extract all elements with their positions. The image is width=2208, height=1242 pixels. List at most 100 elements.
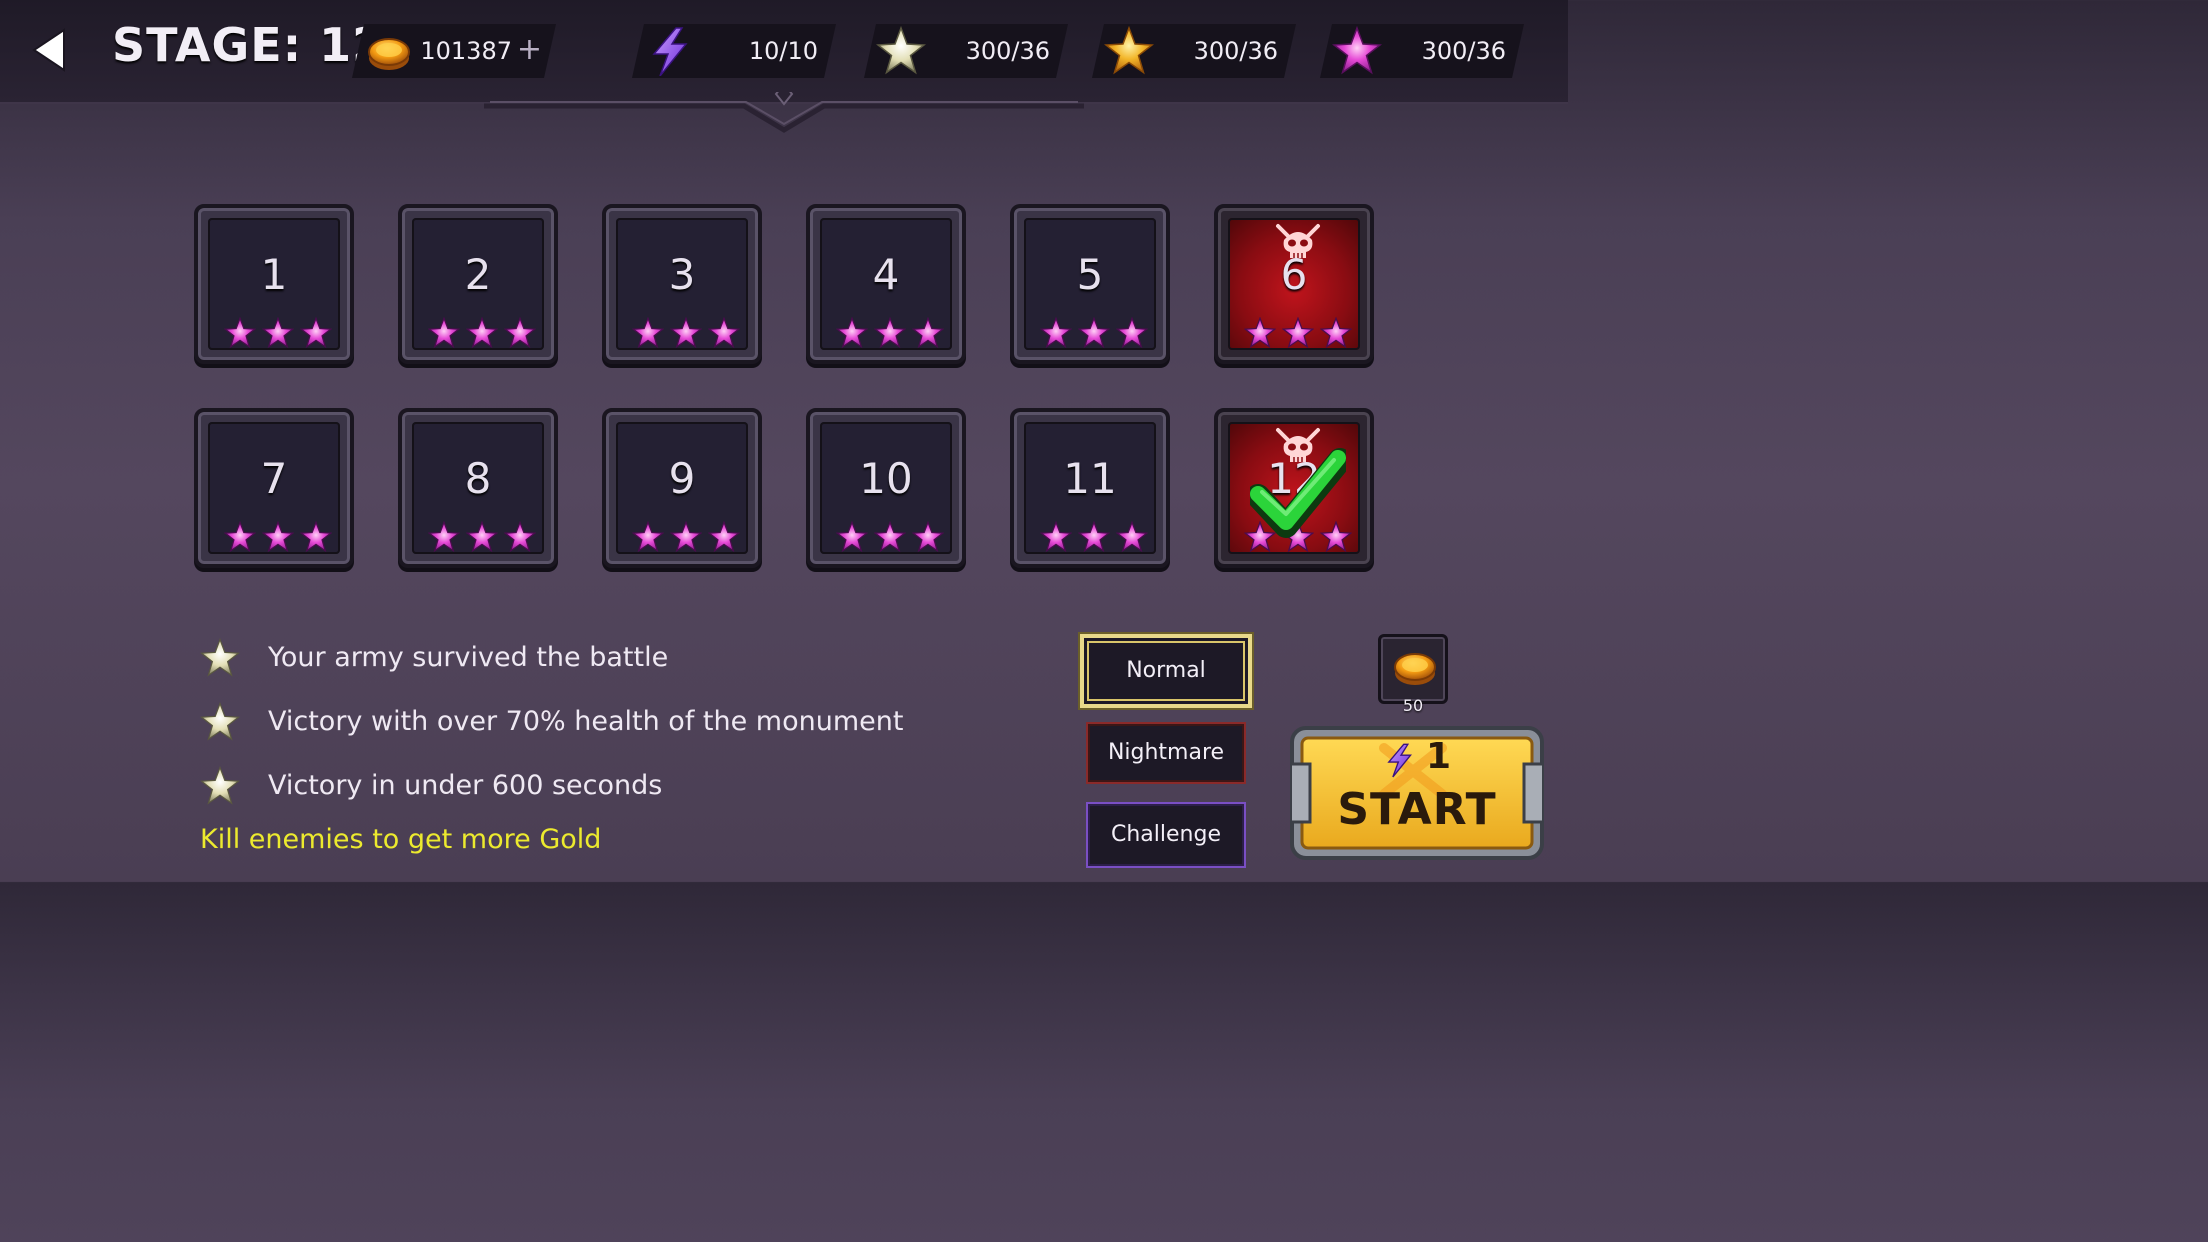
pink-star-icon	[224, 521, 256, 552]
level-tile-7[interactable]: 7	[194, 408, 354, 568]
pink-star-icon	[466, 521, 498, 552]
pink-star-icon	[632, 521, 664, 552]
pink-star-icon	[1040, 521, 1072, 552]
pink-star-icon	[670, 521, 702, 552]
level-stars	[632, 521, 740, 552]
pink-star-icon	[836, 521, 868, 552]
level-tile-5[interactable]: 5	[1010, 204, 1170, 364]
pink-star-icon	[1040, 317, 1072, 348]
gold-reward: 50	[1378, 634, 1448, 715]
gold-star-counter: 300/36	[1092, 24, 1296, 78]
pink-star-icon	[300, 317, 332, 348]
pink-star-icon	[1078, 317, 1110, 348]
header-ornament	[484, 92, 1084, 133]
pink-star-icon	[504, 521, 536, 552]
level-stars	[224, 317, 332, 348]
level-stars	[1244, 317, 1352, 348]
pink-star-icon	[428, 317, 460, 348]
level-number: 10	[859, 454, 913, 503]
back-arrow-icon	[32, 28, 65, 72]
checkmark-icon	[1250, 448, 1346, 538]
level-stars	[224, 521, 332, 552]
pink-star-icon	[1332, 26, 1382, 76]
level-number: 11	[1063, 454, 1117, 503]
gold-star-icon	[1104, 26, 1154, 76]
pink-star-icon	[874, 317, 906, 348]
silver-star-icon	[876, 26, 926, 76]
pink-star-icon	[1282, 317, 1314, 348]
level-tile-11[interactable]: 11	[1010, 408, 1170, 568]
pink-star-icon	[912, 521, 944, 552]
level-tile-3[interactable]: 3	[602, 204, 762, 364]
pink-star-icon	[300, 521, 332, 552]
start-label: START	[1337, 784, 1497, 835]
level-number: 4	[872, 250, 900, 299]
level-tile-2[interactable]: 2	[398, 204, 558, 364]
pink-star-amount: 300/36	[1421, 37, 1506, 65]
objective-text: Your army survived the battle	[268, 642, 669, 673]
add-gold-button[interactable]: +	[517, 32, 542, 67]
pink-star-icon	[428, 521, 460, 552]
pink-star-icon	[1320, 317, 1352, 348]
energy-counter: 10/10	[632, 24, 836, 78]
pink-star-icon	[708, 317, 740, 348]
energy-amount: 10/10	[748, 37, 818, 65]
gold-amount: 101387	[420, 37, 512, 65]
level-tile-4[interactable]: 4	[806, 204, 966, 364]
level-tile-10[interactable]: 10	[806, 408, 966, 568]
pink-star-icon	[504, 317, 536, 348]
top-bar: STAGE: 12 101387 + 10/10 300/36 300/36 3…	[0, 0, 1568, 104]
pink-star-icon	[1078, 521, 1110, 552]
difficulty-normal-button[interactable]: Normal	[1080, 634, 1252, 708]
level-number: 1	[260, 250, 288, 299]
pink-star-icon	[708, 521, 740, 552]
pink-star-icon	[262, 521, 294, 552]
pink-star-icon	[670, 317, 702, 348]
level-number: 9	[668, 454, 696, 503]
pink-star-icon	[262, 317, 294, 348]
difficulty-challenge-button[interactable]: Challenge	[1086, 802, 1246, 868]
level-tile-1[interactable]: 1	[194, 204, 354, 364]
gold-star-amount: 300/36	[1193, 37, 1278, 65]
back-button[interactable]	[30, 28, 70, 72]
level-stars	[428, 317, 536, 348]
level-number: 5	[1076, 250, 1104, 299]
level-number: 6	[1280, 250, 1308, 299]
pink-star-icon	[1244, 317, 1276, 348]
gold-hint: Kill enemies to get more Gold	[200, 824, 602, 855]
level-tile-9[interactable]: 9	[602, 408, 762, 568]
level-tile-8[interactable]: 8	[398, 408, 558, 568]
gold-counter: 101387 +	[352, 24, 556, 78]
silver-star-amount: 300/36	[965, 37, 1050, 65]
level-stars	[836, 317, 944, 348]
difficulty-nightmare-button[interactable]: Nightmare	[1086, 722, 1246, 784]
pink-star-icon	[1116, 521, 1148, 552]
pink-star-icon	[912, 317, 944, 348]
silver-star-icon	[201, 702, 239, 740]
start-energy-cost: 1	[1426, 736, 1452, 777]
objective-text: Victory with over 70% health of the monu…	[268, 706, 904, 737]
level-number: 7	[260, 454, 288, 503]
silver-star-icon	[201, 766, 239, 804]
pink-star-icon	[1116, 317, 1148, 348]
level-stars	[836, 521, 944, 552]
level-stars	[632, 317, 740, 348]
lightning-bolt-icon	[644, 26, 694, 76]
stage-title: STAGE: 12	[112, 18, 386, 72]
gold-coin-icon	[1394, 653, 1436, 685]
silver-star-counter: 300/36	[864, 24, 1068, 78]
level-number: 3	[668, 250, 696, 299]
level-tile-12[interactable]: 12	[1214, 408, 1374, 568]
silver-star-icon	[201, 638, 239, 676]
lightning-bolt-icon	[1387, 743, 1412, 778]
level-number: 8	[464, 454, 492, 503]
pink-star-icon	[224, 317, 256, 348]
gold-coin-icon	[364, 26, 414, 76]
level-stars	[428, 521, 536, 552]
level-tile-6[interactable]: 6	[1214, 204, 1374, 364]
pink-star-icon	[632, 317, 664, 348]
pink-star-icon	[874, 521, 906, 552]
pink-star-counter: 300/36	[1320, 24, 1524, 78]
pink-star-icon	[466, 317, 498, 348]
pink-star-icon	[836, 317, 868, 348]
